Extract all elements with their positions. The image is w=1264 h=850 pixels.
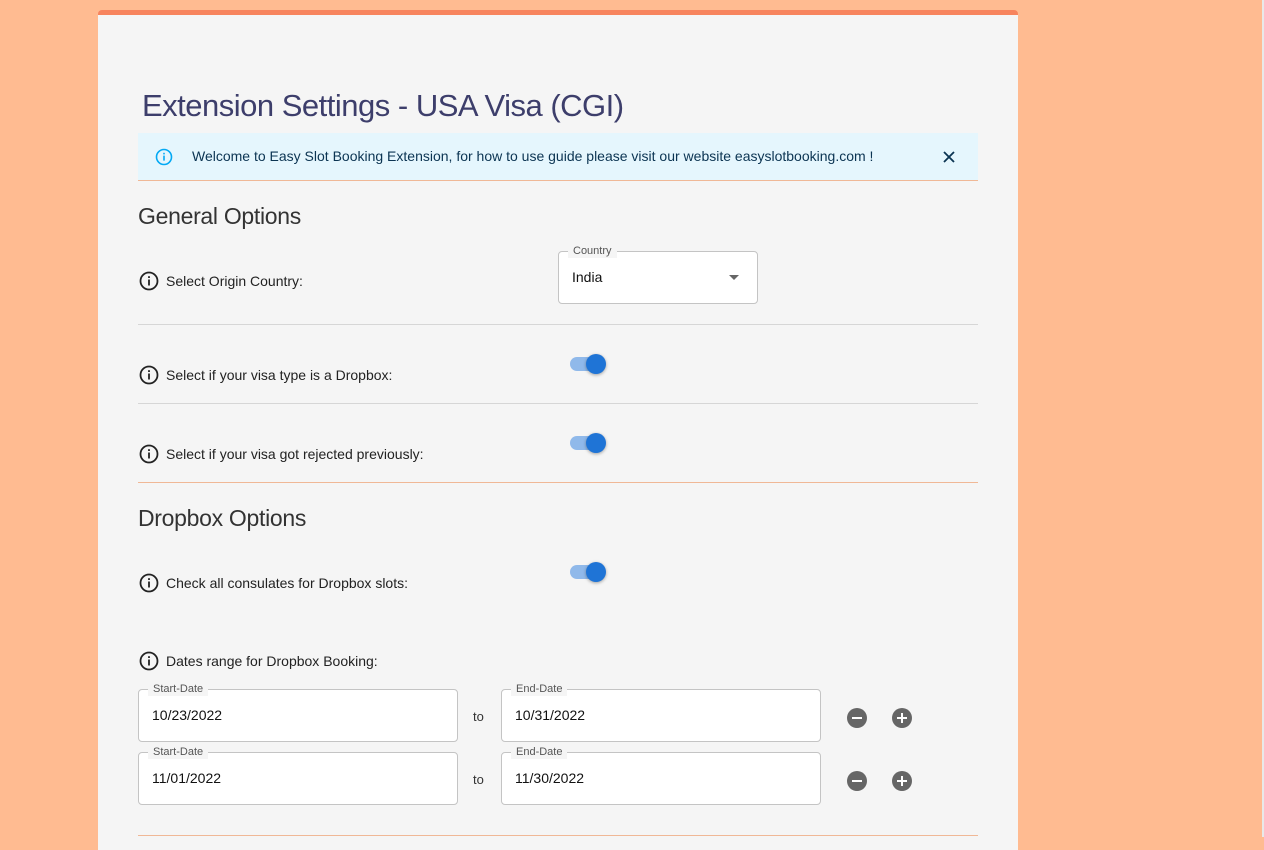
divider <box>138 324 978 325</box>
plus-icon <box>897 776 907 786</box>
settings-card: Extension Settings - USA Visa (CGI) Welc… <box>98 10 1018 850</box>
end-date-input[interactable]: End-Date 10/31/2022 <box>501 682 821 742</box>
all-consulates-row: Check all consulates for Dropbox slots: <box>138 572 408 594</box>
date-range-row: Dates range for Dropbox Booking: <box>138 650 378 672</box>
toggle-thumb <box>586 562 606 582</box>
minus-icon <box>852 717 862 719</box>
info-outline-icon[interactable] <box>138 364 160 386</box>
country-select[interactable]: Country India <box>558 244 758 304</box>
all-consulates-toggle[interactable] <box>568 560 606 584</box>
dropbox-type-toggle[interactable] <box>568 352 606 376</box>
start-date-input[interactable]: Start-Date 11/01/2022 <box>138 745 458 805</box>
origin-country-row: Select Origin Country: <box>138 270 303 292</box>
info-outline-icon[interactable] <box>138 650 160 672</box>
info-icon <box>155 148 173 166</box>
start-date-input[interactable]: Start-Date 10/23/2022 <box>138 682 458 742</box>
section-divider <box>138 835 978 836</box>
range-separator: to <box>473 772 484 787</box>
range-separator: to <box>473 709 484 724</box>
end-date-value: 11/30/2022 <box>515 770 585 786</box>
date-range-label: Dates range for Dropbox Booking: <box>166 653 378 669</box>
toggle-thumb <box>586 354 606 374</box>
alert-message: Welcome to Easy Slot Booking Extension, … <box>192 148 874 164</box>
rejected-toggle[interactable] <box>568 431 606 455</box>
country-field-label: Country <box>568 244 617 258</box>
remove-range-button[interactable] <box>847 771 867 791</box>
country-value: India <box>572 269 603 285</box>
chevron-down-icon <box>729 275 739 280</box>
dropbox-type-label: Select if your visa type is a Dropbox: <box>166 367 393 383</box>
divider <box>138 403 978 404</box>
start-date-value: 11/01/2022 <box>152 770 222 786</box>
close-icon[interactable] <box>940 148 958 166</box>
start-date-value: 10/23/2022 <box>152 707 223 723</box>
remove-range-button[interactable] <box>847 708 867 728</box>
info-outline-icon[interactable] <box>138 443 160 465</box>
rejected-label: Select if your visa got rejected previou… <box>166 446 424 462</box>
info-outline-icon[interactable] <box>138 270 160 292</box>
plus-icon <box>897 713 907 723</box>
origin-country-label: Select Origin Country: <box>166 273 303 289</box>
add-range-button[interactable] <box>892 771 912 791</box>
end-date-value: 10/31/2022 <box>515 707 586 723</box>
general-options-heading: General Options <box>138 203 301 229</box>
minus-icon <box>852 780 862 782</box>
rejected-row: Select if your visa got rejected previou… <box>138 443 424 465</box>
end-date-field-label: End-Date <box>511 745 568 759</box>
toggle-thumb <box>586 433 606 453</box>
end-date-input[interactable]: End-Date 11/30/2022 <box>501 745 821 805</box>
section-divider <box>138 482 978 483</box>
start-date-field-label: Start-Date <box>148 745 209 759</box>
all-consulates-label: Check all consulates for Dropbox slots: <box>166 575 408 591</box>
end-date-field-label: End-Date <box>511 682 568 696</box>
info-outline-icon[interactable] <box>138 572 160 594</box>
add-range-button[interactable] <box>892 708 912 728</box>
dropbox-options-heading: Dropbox Options <box>138 505 307 531</box>
start-date-field-label: Start-Date <box>148 682 209 696</box>
welcome-alert: Welcome to Easy Slot Booking Extension, … <box>138 133 978 181</box>
dropbox-type-row: Select if your visa type is a Dropbox: <box>138 364 392 386</box>
page-title: Extension Settings - USA Visa (CGI) <box>142 88 624 123</box>
